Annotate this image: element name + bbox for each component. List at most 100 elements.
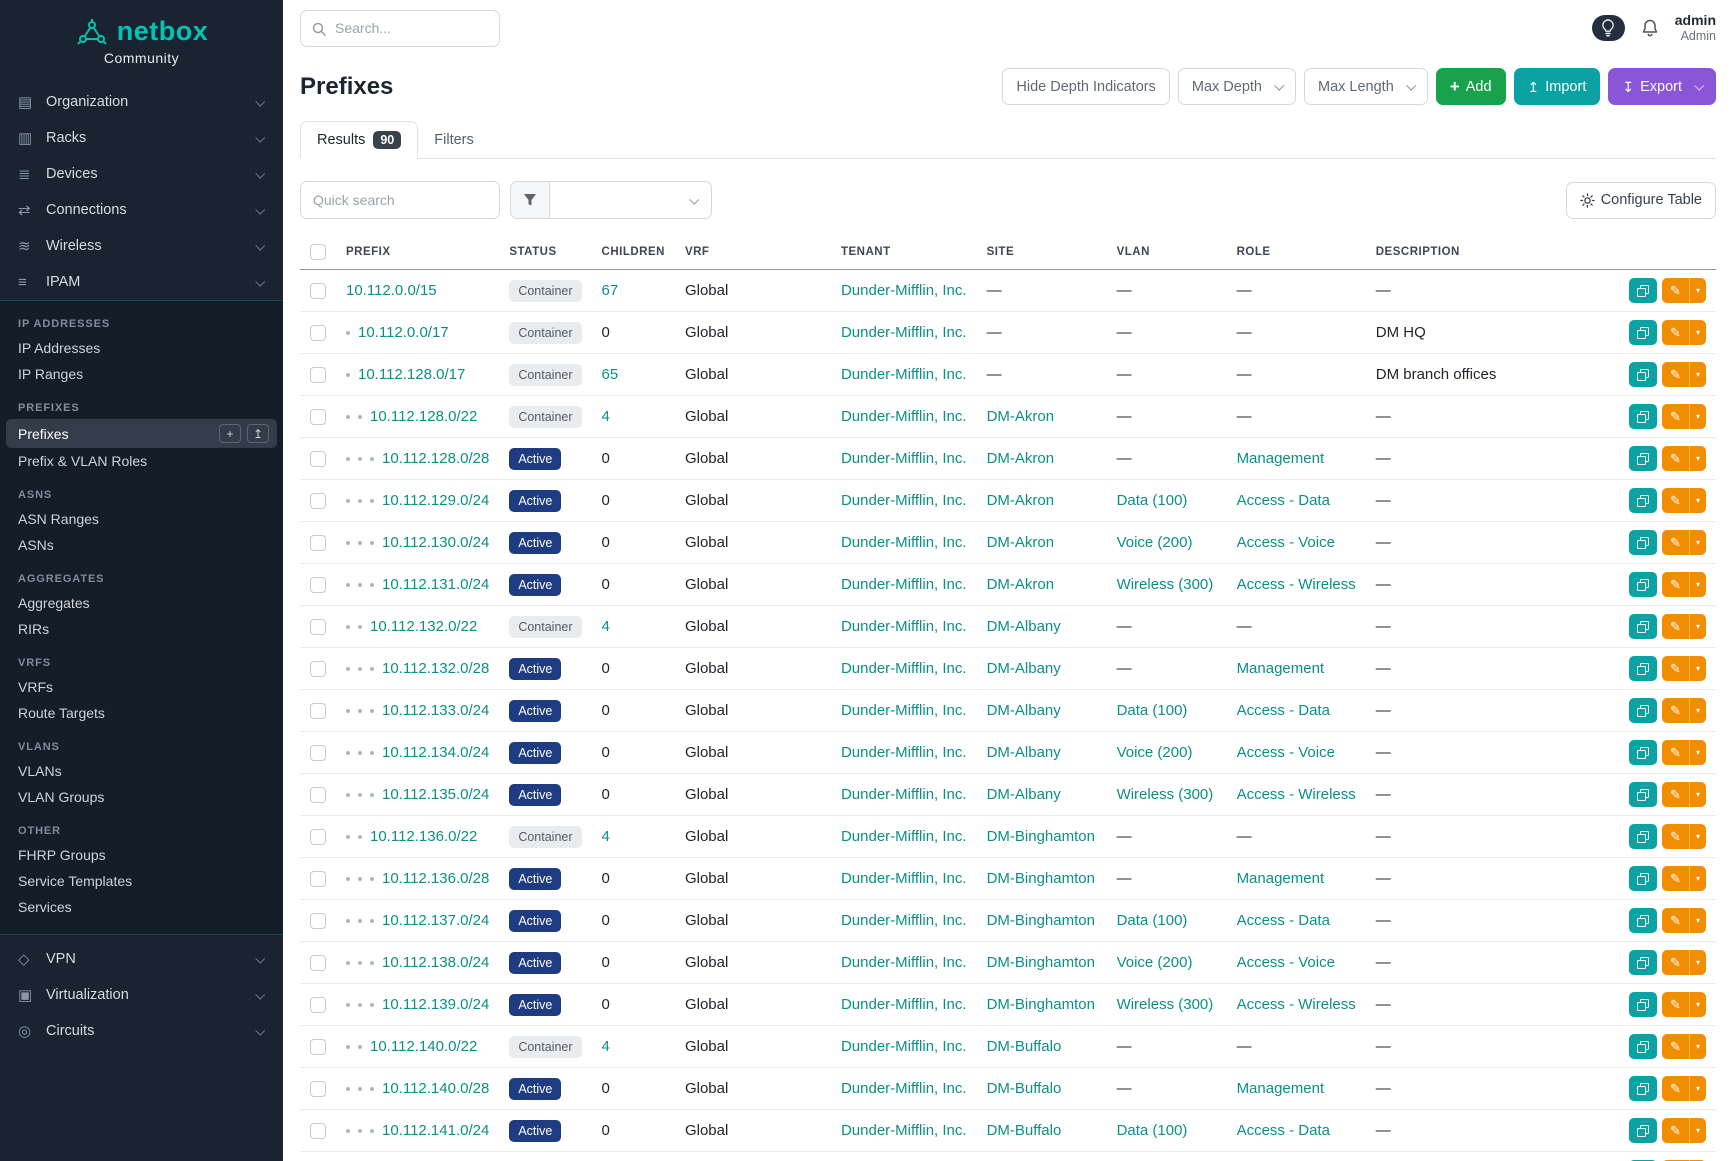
edit-button[interactable]: ✎ (1662, 950, 1689, 975)
children-link[interactable]: 4 (602, 408, 610, 425)
role-link[interactable]: Access - Wireless (1237, 786, 1356, 803)
vlan-link[interactable]: Wireless (300) (1117, 786, 1214, 803)
notifications-button[interactable] (1640, 18, 1660, 38)
row-checkbox[interactable] (310, 703, 326, 719)
copy-button[interactable] (1629, 1034, 1657, 1059)
row-checkbox[interactable] (310, 913, 326, 929)
column-header-description[interactable]: DESCRIPTION (1366, 235, 1619, 270)
copy-button[interactable] (1629, 404, 1657, 429)
edit-dropdown-caret[interactable]: ▾ (1689, 908, 1706, 933)
sidebar-item-vlans[interactable]: VLANs (6, 758, 277, 784)
edit-dropdown-caret[interactable]: ▾ (1689, 446, 1706, 471)
sidebar-item-virtualization[interactable]: ▣ Virtualization (0, 977, 283, 1013)
column-header-vlan[interactable]: VLAN (1107, 235, 1227, 270)
vlan-link[interactable]: Voice (200) (1117, 954, 1193, 971)
prefix-link[interactable]: 10.112.129.0/24 (382, 492, 489, 509)
sidebar-item-circuits[interactable]: ◎ Circuits (0, 1013, 283, 1049)
copy-button[interactable] (1629, 1118, 1657, 1143)
sidebar-item-route-targets[interactable]: Route Targets (6, 700, 277, 726)
prefix-link[interactable]: 10.112.135.0/24 (382, 786, 489, 803)
role-link[interactable]: Management (1237, 870, 1325, 887)
edit-button[interactable]: ✎ (1662, 866, 1689, 891)
edit-dropdown-caret[interactable]: ▾ (1689, 1034, 1706, 1059)
site-link[interactable]: DM-Albany (987, 786, 1061, 803)
select-all-checkbox[interactable] (310, 244, 326, 260)
prefix-link[interactable]: 10.112.134.0/24 (382, 744, 489, 761)
vlan-link[interactable]: Data (100) (1117, 1122, 1188, 1139)
edit-button[interactable]: ✎ (1662, 530, 1689, 555)
copy-button[interactable] (1629, 824, 1657, 849)
sidebar-item-fhrp-groups[interactable]: FHRP Groups (6, 842, 277, 868)
prefix-link[interactable]: 10.112.130.0/24 (382, 534, 489, 551)
import-button[interactable]: ↥ Import (1514, 68, 1601, 105)
tenant-link[interactable]: Dunder-Mifflin, Inc. (841, 954, 967, 971)
tab-filters[interactable]: Filters (418, 121, 489, 158)
edit-dropdown-caret[interactable]: ▾ (1689, 824, 1706, 849)
role-link[interactable]: Access - Wireless (1237, 996, 1356, 1013)
edit-button[interactable]: ✎ (1662, 320, 1689, 345)
edit-dropdown-caret[interactable]: ▾ (1689, 698, 1706, 723)
tenant-link[interactable]: Dunder-Mifflin, Inc. (841, 870, 967, 887)
column-header-role[interactable]: ROLE (1227, 235, 1366, 270)
sidebar-item-devices[interactable]: ≣ Devices (0, 156, 283, 192)
edit-button[interactable]: ✎ (1662, 824, 1689, 849)
sidebar-item-prefix-vlan-roles[interactable]: Prefix & VLAN Roles (6, 448, 277, 474)
tenant-link[interactable]: Dunder-Mifflin, Inc. (841, 786, 967, 803)
add-prefix-mini-button[interactable]: + (219, 424, 241, 443)
edit-dropdown-caret[interactable]: ▾ (1689, 1118, 1706, 1143)
site-link[interactable]: DM-Binghamton (987, 954, 1095, 971)
edit-button[interactable]: ✎ (1662, 656, 1689, 681)
prefix-link[interactable]: 10.112.128.0/22 (370, 408, 477, 425)
role-link[interactable]: Access - Data (1237, 492, 1330, 509)
tenant-link[interactable]: Dunder-Mifflin, Inc. (841, 366, 967, 383)
role-link[interactable]: Access - Voice (1237, 954, 1335, 971)
sidebar-item-vpn[interactable]: ◇ VPN (0, 941, 283, 977)
edit-dropdown-caret[interactable]: ▾ (1689, 740, 1706, 765)
edit-dropdown-caret[interactable]: ▾ (1689, 992, 1706, 1017)
copy-button[interactable] (1629, 1076, 1657, 1101)
edit-button[interactable]: ✎ (1662, 908, 1689, 933)
sidebar-item-ipam[interactable]: ≡ IPAM (0, 264, 283, 300)
tenant-link[interactable]: Dunder-Mifflin, Inc. (841, 450, 967, 467)
site-link[interactable]: DM-Albany (987, 702, 1061, 719)
row-checkbox[interactable] (310, 283, 326, 299)
edit-dropdown-caret[interactable]: ▾ (1689, 362, 1706, 387)
column-header-site[interactable]: SITE (977, 235, 1107, 270)
edit-button[interactable]: ✎ (1662, 404, 1689, 429)
row-checkbox[interactable] (310, 829, 326, 845)
role-link[interactable]: Access - Voice (1237, 744, 1335, 761)
row-checkbox[interactable] (310, 493, 326, 509)
sidebar-item-connections[interactable]: ⇄ Connections (0, 192, 283, 228)
prefix-link[interactable]: 10.112.0.0/17 (358, 324, 449, 341)
edit-dropdown-caret[interactable]: ▾ (1689, 278, 1706, 303)
row-checkbox[interactable] (310, 619, 326, 635)
prefix-link[interactable]: 10.112.138.0/24 (382, 954, 489, 971)
site-link[interactable]: DM-Binghamton (987, 828, 1095, 845)
edit-dropdown-caret[interactable]: ▾ (1689, 656, 1706, 681)
role-link[interactable]: Access - Wireless (1237, 576, 1356, 593)
max-depth-dropdown[interactable]: Max Depth (1178, 68, 1296, 105)
prefix-link[interactable]: 10.112.136.0/22 (370, 828, 477, 845)
prefix-link[interactable]: 10.112.0.0/15 (346, 282, 437, 299)
copy-button[interactable] (1629, 530, 1657, 555)
vlan-link[interactable]: Data (100) (1117, 702, 1188, 719)
children-link[interactable]: 4 (602, 618, 610, 635)
sidebar-item-organization[interactable]: ▤ Organization (0, 84, 283, 120)
site-link[interactable]: DM-Binghamton (987, 912, 1095, 929)
tenant-link[interactable]: Dunder-Mifflin, Inc. (841, 996, 967, 1013)
edit-button[interactable]: ✎ (1662, 362, 1689, 387)
site-link[interactable]: DM-Akron (987, 534, 1055, 551)
sidebar-item-ip-addresses[interactable]: IP Addresses (6, 335, 277, 361)
prefix-link[interactable]: 10.112.141.0/24 (382, 1122, 489, 1139)
site-link[interactable]: DM-Albany (987, 744, 1061, 761)
row-checkbox[interactable] (310, 871, 326, 887)
tenant-link[interactable]: Dunder-Mifflin, Inc. (841, 576, 967, 593)
tenant-link[interactable]: Dunder-Mifflin, Inc. (841, 492, 967, 509)
sidebar-item-asns[interactable]: ASNs (6, 532, 277, 558)
tenant-link[interactable]: Dunder-Mifflin, Inc. (841, 282, 967, 299)
row-checkbox[interactable] (310, 367, 326, 383)
row-checkbox[interactable] (310, 955, 326, 971)
sidebar-item-racks[interactable]: ▥ Racks (0, 120, 283, 156)
edit-dropdown-caret[interactable]: ▾ (1689, 614, 1706, 639)
hide-depth-indicators-button[interactable]: Hide Depth Indicators (1002, 68, 1169, 105)
